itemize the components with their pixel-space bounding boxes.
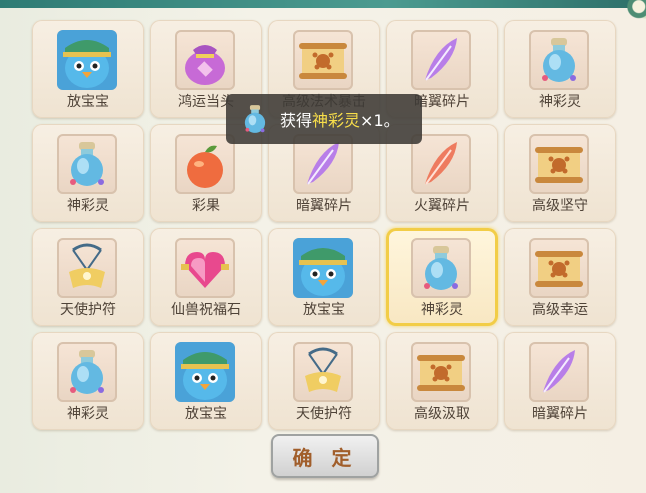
potion-bottle-icon (424, 246, 458, 290)
item-label: 神彩灵 (539, 94, 581, 110)
heart-gem-icon (181, 252, 229, 288)
item-slot[interactable]: 暗翼碎片 (504, 332, 616, 430)
item-slot[interactable]: 放宝宝 (32, 20, 144, 118)
item-icon-frame (293, 342, 353, 402)
potion-bottle-icon (70, 350, 104, 394)
potion-bottle-icon (70, 142, 104, 186)
item-slot[interactable]: 天使护符 (32, 228, 144, 326)
item-label: 神彩灵 (67, 406, 109, 422)
item-icon-frame (529, 134, 589, 194)
item-icon-frame (57, 134, 117, 194)
bird-pet-icon (175, 342, 235, 402)
item-slot[interactable]: 仙兽祝福石 (150, 228, 262, 326)
amulet-icon (69, 243, 105, 288)
purple-feather-icon (425, 38, 457, 81)
red-feather-icon (425, 142, 457, 185)
item-icon-frame (175, 238, 235, 298)
confirm-button[interactable]: 确 定 (271, 434, 379, 478)
item-slot[interactable]: 高级汲取 (386, 332, 498, 430)
toast-message: 获得神彩灵×1。 (280, 111, 400, 130)
amulet-icon (305, 347, 341, 392)
potion-bottle-icon (542, 38, 576, 82)
corner-ornament-icon (622, 0, 646, 22)
item-slot[interactable]: 放宝宝 (150, 332, 262, 430)
item-label: 天使护符 (60, 302, 116, 318)
purple-bag-icon (185, 45, 225, 85)
item-icon-frame (175, 134, 235, 194)
item-icon-frame (57, 30, 117, 90)
item-icon-frame (411, 342, 471, 402)
top-border (0, 0, 646, 8)
item-icon-frame (57, 238, 117, 298)
scroll-icon (535, 147, 583, 183)
item-label: 天使护符 (296, 406, 352, 422)
item-label: 放宝宝 (303, 302, 345, 318)
potion-bottle-icon (244, 105, 266, 133)
scroll-icon (535, 251, 583, 287)
item-icon-frame (57, 342, 117, 402)
item-label: 高级汲取 (414, 406, 470, 422)
item-label: 彩果 (192, 198, 220, 214)
item-icon-frame (411, 134, 471, 194)
item-icon-frame (411, 30, 471, 90)
reward-toast: 获得神彩灵×1。 (226, 94, 422, 144)
item-label: 高级幸运 (532, 302, 588, 318)
item-slot[interactable]: 神彩灵 (386, 228, 498, 326)
item-label: 暗翼碎片 (296, 198, 352, 214)
item-slot[interactable]: 高级坚守 (504, 124, 616, 222)
scroll-icon (299, 43, 347, 79)
purple-feather-icon (543, 350, 575, 393)
item-slot[interactable]: 神彩灵 (32, 332, 144, 430)
item-label: 仙兽祝福石 (171, 302, 241, 318)
item-icon-frame (175, 342, 235, 402)
reward-grid: 放宝宝 鸿运当头 高级法术暴击 暗翼碎片 神彩灵 神彩灵 彩果 暗翼碎片 火翼碎… (32, 20, 618, 430)
item-slot[interactable]: 高级幸运 (504, 228, 616, 326)
item-label: 放宝宝 (67, 94, 109, 110)
fruit-icon (187, 145, 223, 188)
item-icon-frame (529, 30, 589, 90)
bird-pet-icon (293, 238, 353, 298)
item-icon-frame (529, 238, 589, 298)
item-slot[interactable]: 神彩灵 (504, 20, 616, 118)
item-icon-frame (529, 342, 589, 402)
item-icon-frame (293, 238, 353, 298)
item-label: 神彩灵 (421, 302, 463, 318)
scroll-icon (417, 355, 465, 391)
item-icon-frame (411, 238, 471, 298)
item-label: 放宝宝 (185, 406, 227, 422)
bird-pet-icon (57, 30, 117, 90)
item-label: 暗翼碎片 (532, 406, 588, 422)
item-label: 高级坚守 (532, 198, 588, 214)
item-label: 神彩灵 (67, 198, 109, 214)
item-slot[interactable]: 放宝宝 (268, 228, 380, 326)
item-slot[interactable]: 神彩灵 (32, 124, 144, 222)
item-icon-frame (293, 30, 353, 90)
item-label: 火翼碎片 (414, 198, 470, 214)
item-icon-frame (175, 30, 235, 90)
item-slot[interactable]: 天使护符 (268, 332, 380, 430)
